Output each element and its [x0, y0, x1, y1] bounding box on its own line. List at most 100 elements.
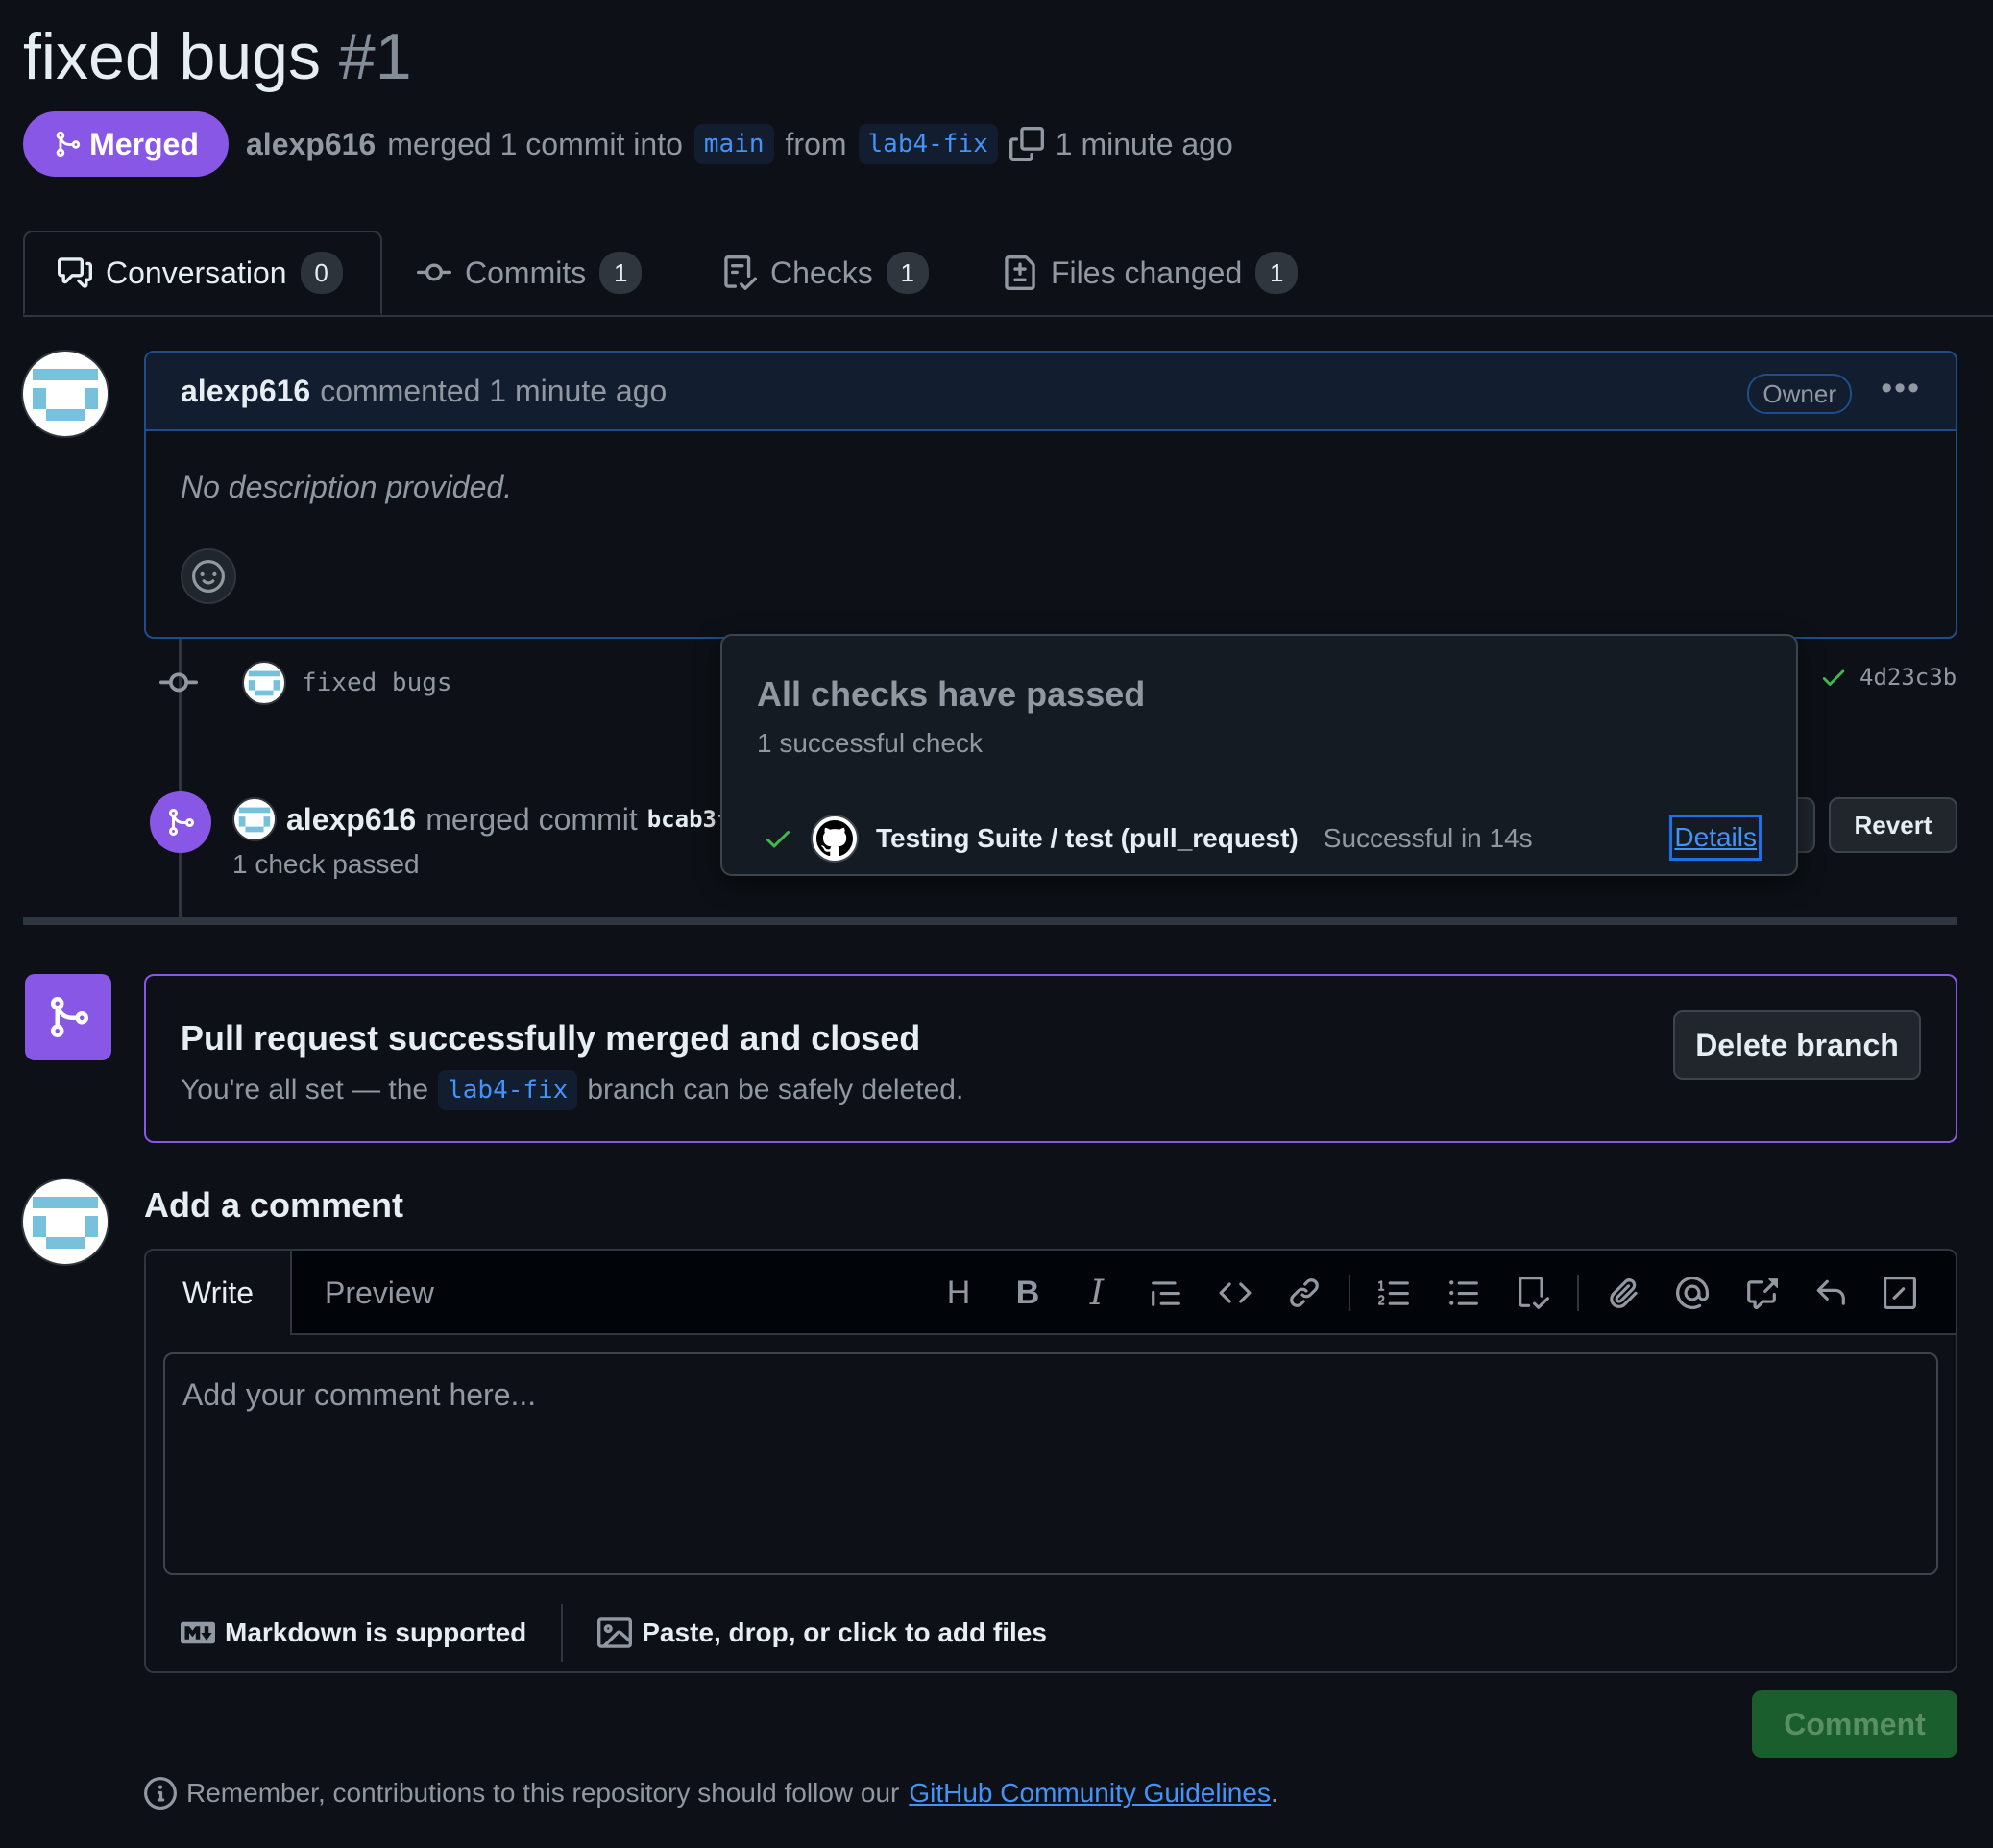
pr-title-text: fixed bugs [23, 20, 321, 93]
toolbar-divider [1577, 1275, 1579, 1311]
smiley-icon [192, 560, 225, 593]
tab-conversation-count: 0 [300, 252, 343, 294]
guidelines-text: Remember, contributions to this reposito… [186, 1778, 900, 1808]
attach-files-label: Paste, drop, or click to add files [642, 1617, 1047, 1647]
editor-footer: Markdown is supported Paste, drop, or cl… [181, 1604, 1921, 1662]
markdown-supported-label: Markdown is supported [225, 1617, 527, 1647]
tab-conversation[interactable]: Conversation 0 [23, 231, 382, 315]
reply-icon[interactable] [1796, 1268, 1865, 1318]
file-diff-icon [1003, 255, 1037, 290]
git-commit-icon [159, 664, 198, 702]
bold-icon[interactable]: B [993, 1268, 1062, 1318]
merged-state-label: Merged [89, 126, 199, 161]
pr-time-ago: 1 minute ago [1055, 126, 1233, 161]
commit-sha-link[interactable]: 4d23c3b [1859, 664, 1957, 691]
pr-author-link[interactable]: alexp616 [246, 127, 376, 162]
merged-branch-link[interactable]: lab4-fix [438, 1070, 578, 1110]
tab-commits-label: Commits [465, 255, 587, 290]
comment-submit-button[interactable]: Comment [1752, 1690, 1957, 1758]
add-reaction-button[interactable] [181, 548, 236, 604]
comment-header: alexp616 commented 1 minute ago [146, 353, 1956, 431]
comment-textarea[interactable]: Add your comment here... [163, 1352, 1938, 1575]
head-branch-link[interactable]: lab4-fix [858, 124, 998, 164]
checks-popover-subtitle: 1 successful check [757, 728, 983, 758]
image-icon [597, 1616, 633, 1650]
check-details-link[interactable]: Details [1669, 815, 1762, 861]
paperclip-icon[interactable] [1589, 1268, 1658, 1318]
avatar[interactable] [21, 350, 109, 438]
checklist-icon [722, 255, 757, 290]
check-icon[interactable] [1819, 663, 1848, 692]
base-branch-link[interactable]: main [693, 124, 774, 164]
comment-body: No description provided. [181, 470, 513, 504]
revert-button[interactable]: Revert [1829, 797, 1957, 853]
merged-status-badge [25, 974, 111, 1060]
commit-sha-group: 4d23c3b [1819, 663, 1957, 692]
check-run-row: Testing Suite / test (pull_request) Succ… [763, 815, 1762, 863]
merge-commit-sha-link[interactable]: bcab3f [647, 806, 731, 833]
merge-event-badge [150, 791, 211, 853]
tab-conversation-label: Conversation [106, 255, 287, 290]
merged-sub-after: branch can be safely deleted. [587, 1074, 964, 1106]
italic-icon[interactable]: I [1062, 1268, 1131, 1318]
tab-preview[interactable]: Preview [288, 1251, 471, 1335]
slash-command-icon[interactable] [1865, 1268, 1934, 1318]
tab-checks[interactable]: Checks 1 [722, 231, 929, 315]
mention-icon[interactable] [1658, 1268, 1727, 1318]
delete-branch-button[interactable]: Delete branch [1673, 1010, 1921, 1080]
info-icon [144, 1777, 177, 1810]
avatar[interactable] [21, 1178, 109, 1266]
community-guidelines-link[interactable]: GitHub Community Guidelines [909, 1778, 1271, 1809]
avatar[interactable] [242, 661, 286, 705]
attach-files-button[interactable]: Paste, drop, or click to add files [597, 1616, 1047, 1650]
markdown-supported-link[interactable]: Markdown is supported [181, 1616, 526, 1650]
kebab-menu-icon[interactable]: ••• [1881, 370, 1921, 407]
copy-icon[interactable] [1009, 127, 1044, 161]
toolbar-divider [1349, 1275, 1350, 1311]
community-guidelines-note: Remember, contributions to this reposito… [144, 1777, 1278, 1810]
tab-files-changed-count: 1 [1255, 252, 1299, 294]
merged-status-title: Pull request successfully merged and clo… [181, 1018, 921, 1058]
quote-icon[interactable] [1131, 1268, 1201, 1318]
check-run-name: Testing Suite / test (pull_request) [876, 823, 1299, 853]
link-icon[interactable] [1270, 1268, 1339, 1318]
merged-sub-before: You're all set — the [181, 1074, 429, 1106]
merge-event-text: merged commit [425, 801, 638, 837]
pr-merge-text: merged 1 commit into [387, 126, 683, 161]
markdown-toolbar: H B I [924, 1268, 1934, 1318]
avatar[interactable] [232, 797, 277, 841]
tab-checks-label: Checks [770, 255, 873, 290]
comment-author-link[interactable]: alexp616 [181, 374, 310, 409]
tab-commits[interactable]: Commits 1 [417, 231, 643, 315]
editor-tabs: Write Preview H B I [146, 1251, 1956, 1335]
footer-divider [561, 1604, 564, 1662]
cross-reference-icon[interactable] [1727, 1268, 1796, 1318]
tab-files-changed-label: Files changed [1051, 255, 1243, 290]
heading-icon[interactable]: H [924, 1268, 993, 1318]
git-merge-icon [165, 807, 196, 838]
comment-editor: Write Preview H B I Add your comment her… [144, 1249, 1957, 1673]
unordered-list-icon[interactable] [1429, 1268, 1498, 1318]
code-icon[interactable] [1201, 1268, 1270, 1318]
add-comment-heading: Add a comment [144, 1185, 404, 1225]
comment-action-text: commented 1 minute ago [320, 373, 668, 408]
commit-event: fixed bugs [159, 659, 452, 707]
pr-from-text: from [785, 126, 847, 161]
merged-state-badge: Merged [23, 111, 229, 177]
tab-write[interactable]: Write [146, 1251, 293, 1335]
github-logo-icon [811, 815, 859, 863]
checks-popover-title: All checks have passed [757, 674, 1146, 714]
commit-message-link[interactable]: fixed bugs [302, 669, 452, 697]
pr-tab-bar: Conversation 0 Commits 1 Checks 1 Files … [23, 231, 1993, 317]
pr-title: fixed bugs #1 [23, 13, 412, 100]
merged-status-subtitle: You're all set — the lab4-fix branch can… [181, 1070, 963, 1110]
checks-summary-link[interactable]: 1 check passed [232, 849, 420, 880]
check-run-status: Successful in 14s [1323, 823, 1533, 853]
tab-files-changed[interactable]: Files changed 1 [1003, 231, 1299, 315]
git-merge-icon [45, 994, 91, 1040]
tab-commits-count: 1 [599, 252, 643, 294]
merge-user-link[interactable]: alexp616 [286, 802, 416, 838]
tasklist-icon[interactable] [1498, 1268, 1568, 1318]
owner-badge: Owner [1747, 374, 1852, 414]
ordered-list-icon[interactable] [1360, 1268, 1429, 1318]
